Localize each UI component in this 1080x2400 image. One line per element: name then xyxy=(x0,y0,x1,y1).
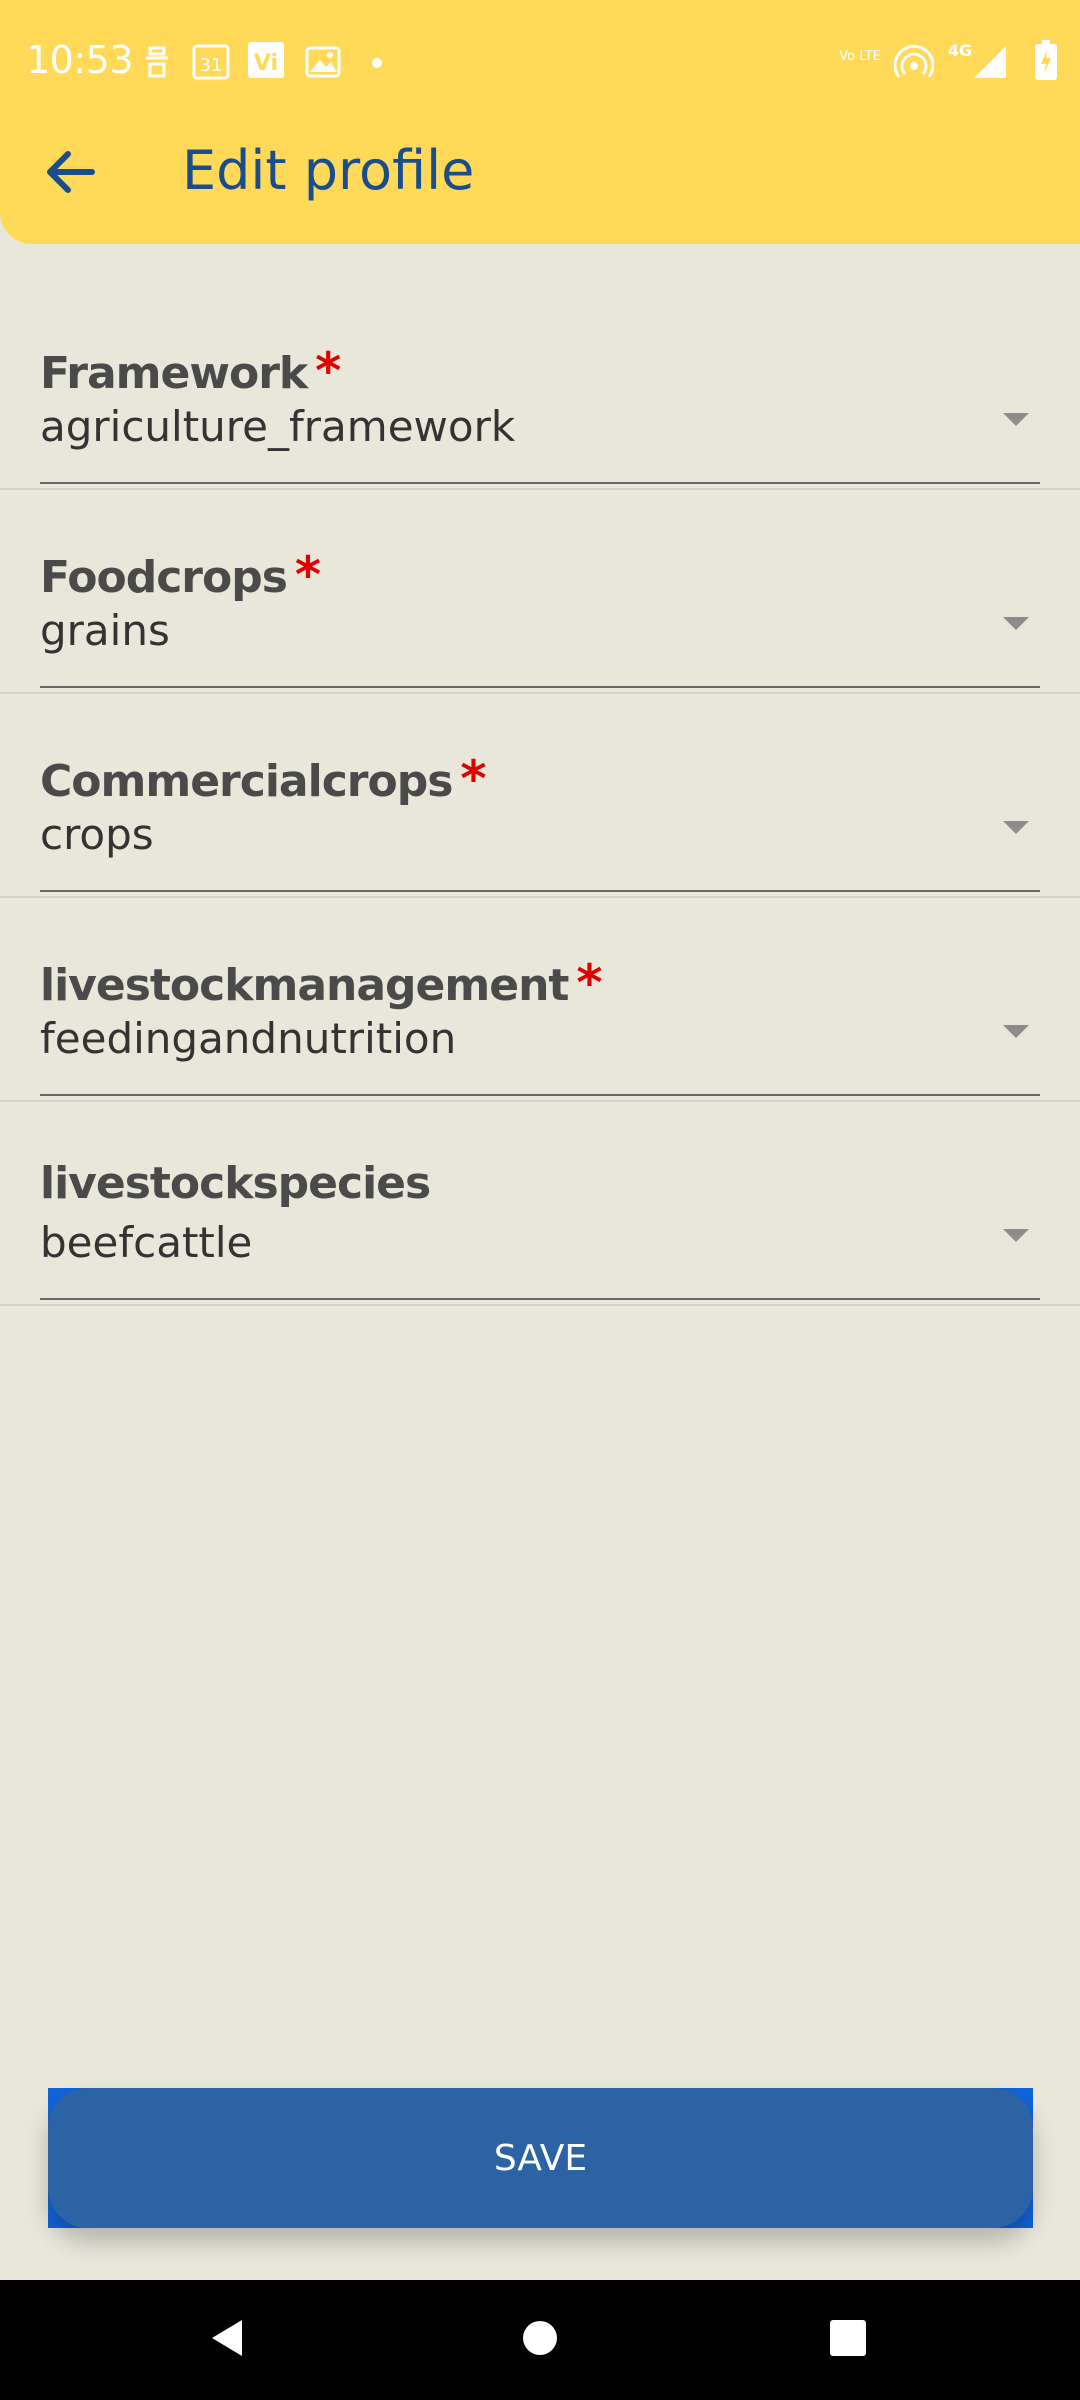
framework-dropdown[interactable]: Framework * agriculture_framework xyxy=(0,284,1080,490)
nav-back-button[interactable] xyxy=(168,2280,288,2400)
livestockspecies-value: beefcattle xyxy=(40,1218,253,1267)
foodcrops-label: Foodcrops * xyxy=(40,546,321,604)
commercialcrops-label-text: Commercialcrops xyxy=(40,756,453,807)
livestockmanagement-label: livestockmanagement * xyxy=(40,954,603,1012)
hotspot-icon xyxy=(893,44,935,84)
gallery-icon xyxy=(304,42,342,84)
volte-text: Vo LTE xyxy=(840,49,880,64)
required-marker: * xyxy=(315,342,341,400)
livestockmanagement-label-text: livestockmanagement xyxy=(40,960,569,1011)
nav-back-icon xyxy=(206,2316,250,2364)
volte-icon: Vo LTE xyxy=(839,44,881,84)
required-marker: * xyxy=(294,546,321,604)
nav-home-icon xyxy=(520,2318,560,2362)
foodcrops-label-text: Foodcrops xyxy=(40,552,288,603)
signal-4g-icon: 4G xyxy=(946,40,1018,84)
navigation-bar xyxy=(0,2280,1080,2400)
commercialcrops-dropdown[interactable]: Commercialcrops * crops xyxy=(0,692,1080,898)
commercialcrops-label: Commercialcrops * xyxy=(40,750,487,808)
field-underline xyxy=(40,890,1040,892)
chevron-down-icon xyxy=(1003,413,1029,426)
foodcrops-dropdown[interactable]: Foodcrops * grains xyxy=(0,488,1080,694)
required-marker: * xyxy=(576,954,602,1012)
back-button[interactable] xyxy=(30,134,110,214)
foodcrops-value: grains xyxy=(40,606,170,655)
arrow-back-icon xyxy=(42,144,98,204)
network-text: 4G xyxy=(948,41,972,60)
calendar-icon: 31 xyxy=(192,42,230,84)
field-underline xyxy=(40,686,1040,688)
calendar-day-text: 31 xyxy=(200,55,223,76)
livestockmanagement-dropdown[interactable]: livestockmanagement * feedingandnutrition xyxy=(0,896,1080,1102)
nav-home-button[interactable] xyxy=(480,2280,600,2400)
status-bar: 10:53 31 Vi Vo LTE 4G xyxy=(0,0,1080,124)
page-title: Edit profile xyxy=(182,139,475,202)
battery-icon xyxy=(1034,40,1058,86)
vi-text: Vi xyxy=(254,51,278,76)
required-marker: * xyxy=(460,750,486,808)
status-time: 10:53 xyxy=(26,38,134,82)
field-underline xyxy=(40,1298,1040,1300)
save-button[interactable]: SAVE xyxy=(48,2088,1033,2228)
sim-icon xyxy=(142,44,172,84)
framework-label: Framework * xyxy=(40,342,341,400)
chevron-down-icon xyxy=(1003,821,1029,834)
field-underline xyxy=(40,482,1040,484)
vi-icon: Vi xyxy=(246,40,286,84)
chevron-down-icon xyxy=(1003,1025,1029,1038)
livestockspecies-label: livestockspecies xyxy=(40,1158,431,1209)
field-underline xyxy=(40,1094,1040,1096)
chevron-down-icon xyxy=(1003,617,1029,630)
commercialcrops-value: crops xyxy=(40,810,154,859)
notification-dot xyxy=(372,58,382,68)
chevron-down-icon xyxy=(1003,1229,1029,1242)
livestockspecies-label-text: livestockspecies xyxy=(40,1158,431,1209)
nav-recents-button[interactable] xyxy=(788,2280,908,2400)
livestockmanagement-value: feedingandnutrition xyxy=(40,1014,457,1063)
livestockspecies-dropdown[interactable]: livestockspecies beefcattle xyxy=(0,1100,1080,1306)
framework-label-text: Framework xyxy=(40,348,308,399)
nav-recents-icon xyxy=(828,2318,868,2362)
framework-value: agriculture_framework xyxy=(40,402,516,451)
